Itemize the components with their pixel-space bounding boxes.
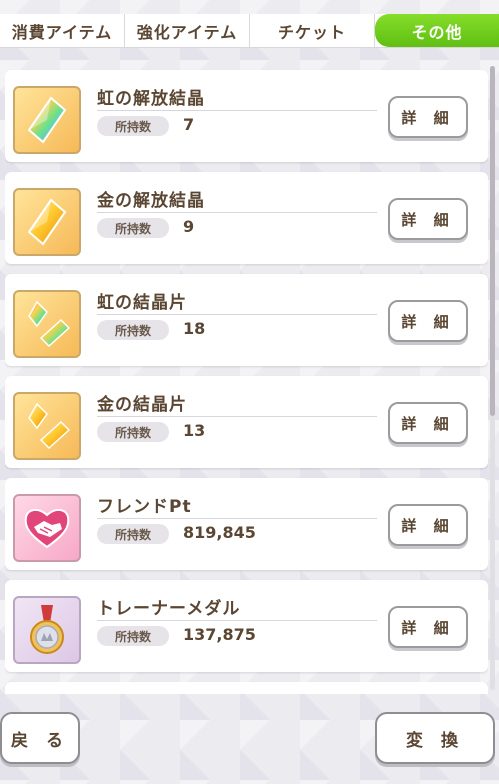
item-name: フレンドPt <box>97 497 192 517</box>
tab-consumables[interactable]: 消費アイテム <box>0 14 125 47</box>
detail-button[interactable]: 詳 細 <box>388 402 468 444</box>
quantity-value: 9 <box>183 217 195 236</box>
back-button[interactable]: 戻 る <box>0 712 80 764</box>
quantity-label: 所持数 <box>97 422 169 442</box>
list-scrollbar[interactable] <box>490 66 495 690</box>
detail-button[interactable]: 詳 細 <box>388 504 468 546</box>
quantity-value: 819,845 <box>183 523 256 542</box>
scrollbar-thumb[interactable] <box>490 66 495 416</box>
exchange-button[interactable]: 変 換 <box>375 712 495 764</box>
quantity-label: 所持数 <box>97 218 169 238</box>
quantity-label: 所持数 <box>97 320 169 340</box>
list-item: 虹の結晶片 所持数 18 詳 細 <box>5 274 488 366</box>
divider <box>97 416 377 417</box>
divider <box>97 620 377 621</box>
divider <box>97 518 377 519</box>
item-list[interactable]: 虹の解放結晶 所持数 7 詳 細 金の解放結晶 所持数 9 詳 細 虹の結晶片 … <box>5 64 488 694</box>
item-name: トレーナーメダル <box>97 599 241 619</box>
quantity-value: 18 <box>183 319 206 338</box>
quantity-label: 所持数 <box>97 116 169 136</box>
item-name: 虹の結晶片 <box>97 293 187 313</box>
rainbow-crystal-icon <box>13 86 81 154</box>
category-tabs: 消費アイテム 強化アイテム チケット その他 <box>0 14 499 48</box>
tab-other[interactable]: その他 <box>375 14 499 47</box>
quantity-label: 所持数 <box>97 626 169 646</box>
list-item-partial <box>5 682 488 694</box>
quantity-value: 137,875 <box>183 625 256 644</box>
detail-button[interactable]: 詳 細 <box>388 198 468 240</box>
detail-button[interactable]: 詳 細 <box>388 96 468 138</box>
list-item: 金の解放結晶 所持数 9 詳 細 <box>5 172 488 264</box>
list-item: トレーナーメダル 所持数 137,875 詳 細 <box>5 580 488 672</box>
divider <box>97 212 377 213</box>
quantity-value: 7 <box>183 115 195 134</box>
quantity-value: 13 <box>183 421 206 440</box>
gold-crystal-icon <box>13 188 81 256</box>
handshake-icon <box>13 494 81 562</box>
tab-tickets[interactable]: チケット <box>250 14 375 47</box>
item-name: 虹の解放結晶 <box>97 89 205 109</box>
item-name: 金の解放結晶 <box>97 191 205 211</box>
tab-enhancement[interactable]: 強化アイテム <box>125 14 250 47</box>
detail-button[interactable]: 詳 細 <box>388 606 468 648</box>
list-item: フレンドPt 所持数 819,845 詳 細 <box>5 478 488 570</box>
rainbow-shard-icon <box>13 290 81 358</box>
gold-shard-icon <box>13 392 81 460</box>
divider <box>97 110 377 111</box>
quantity-label: 所持数 <box>97 524 169 544</box>
detail-button[interactable]: 詳 細 <box>388 300 468 342</box>
medal-icon <box>13 596 81 664</box>
item-name: 金の結晶片 <box>97 395 187 415</box>
divider <box>97 314 377 315</box>
list-item: 金の結晶片 所持数 13 詳 細 <box>5 376 488 468</box>
list-item: 虹の解放結晶 所持数 7 詳 細 <box>5 70 488 162</box>
